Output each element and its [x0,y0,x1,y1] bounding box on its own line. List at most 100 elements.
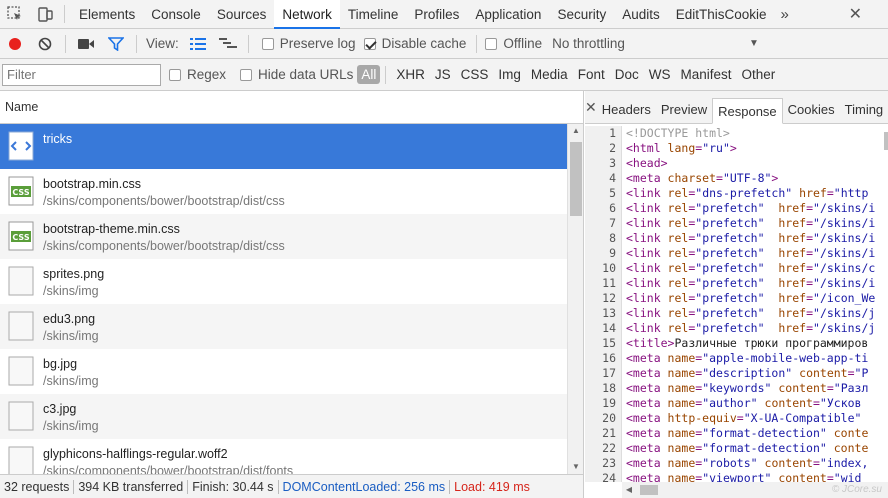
line-number: 14 [585,321,622,336]
tab-preview[interactable]: Preview [656,97,712,123]
source-line: 23 <meta name="robots" content="index, [585,456,885,471]
scrollbar-thumb[interactable] [640,485,658,495]
tab-console[interactable]: Console [143,0,209,29]
tab-elements[interactable]: Elements [71,0,143,29]
image-file-icon [8,311,34,341]
scroll-left-icon[interactable]: ◀ [622,482,636,498]
filter-type-media[interactable]: Media [526,67,573,82]
column-header-name[interactable]: Name [0,91,583,124]
disable-cache-label: Disable cache [381,36,467,51]
line-number: 2 [585,141,622,156]
detail-tab-bar: ✕ Headers Preview Response Cookies Timin… [585,91,888,124]
large-rows-icon[interactable] [183,30,213,58]
filter-type-all[interactable]: All [357,65,381,84]
tab-response[interactable]: Response [712,98,783,124]
source-line: 22 <meta name="format-detection" conte [585,441,885,456]
scrollbar-thumb[interactable] [570,142,582,216]
line-content: <!DOCTYPE html> [626,126,730,140]
offline-checkbox[interactable] [485,37,498,50]
tab-cookies[interactable]: Cookies [783,97,840,123]
response-source-view[interactable]: 1 <!DOCTYPE html> 2 <html lang="ru"> 3 <head>… [585,126,885,482]
overview-waterfall-icon[interactable] [213,30,243,58]
close-detail-icon[interactable]: ✕ [585,91,597,123]
transferred-size: 394 KB transferred [78,479,184,494]
request-name: bg.jpg [43,357,78,371]
tab-profiles[interactable]: Profiles [406,0,467,29]
request-row[interactable]: edu3.png/skins/img [0,304,567,349]
line-number: 4 [585,171,622,186]
request-row[interactable]: CSS bootstrap.min.css/skins/components/b… [0,169,567,214]
offline-label: Offline [503,36,543,51]
tab-sources[interactable]: Sources [209,0,275,29]
line-content: <link rel="prefetch" href="/skins/i [626,231,876,245]
filter-type-js[interactable]: JS [430,67,456,82]
scroll-up-icon[interactable]: ▲ [568,124,583,138]
request-rows: tricks CSS bootstrap.min.css/skins/compo… [0,124,567,474]
capture-screenshots-icon[interactable] [71,30,101,58]
filter-type-xhr[interactable]: XHR [391,67,430,82]
line-number: 23 [585,456,622,471]
filter-type-ws[interactable]: WS [644,67,676,82]
source-line: 19 <meta name="author" content="Усков [585,396,885,411]
tab-headers[interactable]: Headers [597,97,656,123]
regex-checkbox[interactable] [169,68,181,81]
source-line: 8 <link rel="prefetch" href="/skins/i [585,231,885,246]
record-button[interactable] [0,30,30,58]
response-vertical-scrollbar[interactable] [884,126,888,476]
line-number: 12 [585,291,622,306]
request-row[interactable]: bg.jpg/skins/img [0,349,567,394]
line-content: <meta name="description" content="P [626,366,869,380]
scrollbar-thumb[interactable] [884,132,888,150]
more-tabs-button[interactable]: » [775,6,795,23]
throttling-select[interactable]: No throttling [552,36,625,51]
devtools-tab-bar: Elements Console Sources Network Timelin… [0,0,888,29]
filter-type-font[interactable]: Font [573,67,610,82]
request-list-scrollbar[interactable]: ▲ ▼ [567,124,583,474]
tab-security[interactable]: Security [549,0,614,29]
tab-audits[interactable]: Audits [614,0,668,29]
source-line: 12 <link rel="prefetch" href="/icon_We [585,291,885,306]
tab-timeline[interactable]: Timeline [340,0,407,29]
inspect-element-icon[interactable] [0,0,30,29]
filter-type-manifest[interactable]: Manifest [675,67,736,82]
scroll-down-icon[interactable]: ▼ [568,460,583,474]
line-content: <meta name="author" content="Усков [626,396,862,410]
css-file-icon: CSS [8,221,34,251]
chevron-down-icon[interactable]: ▼ [749,38,759,49]
source-line: 4 <meta charset="UTF-8"> [585,171,885,186]
request-row[interactable]: tricks [0,124,567,169]
line-number: 17 [585,366,622,381]
tab-network[interactable]: Network [274,0,340,29]
request-row[interactable]: glyphicons-halflings-regular.woff2/skins… [0,439,567,474]
filter-type-other[interactable]: Other [737,67,781,82]
filter-type-css[interactable]: CSS [456,67,494,82]
filter-input[interactable] [2,63,161,86]
filter-icon[interactable] [101,30,131,58]
preserve-log-checkbox[interactable] [261,37,274,50]
source-line: 14 <link rel="prefetch" href="/skins/j [585,321,885,336]
network-summary-bar: 32 requests 394 KB transferred Finish: 3… [0,474,584,498]
line-content: <html lang="ru"> [626,141,737,155]
close-devtools-icon[interactable]: ✕ [849,0,862,29]
disable-cache-checkbox[interactable] [363,37,376,50]
hide-data-urls-checkbox[interactable] [240,68,253,81]
request-name: bootstrap-theme.min.css [43,222,180,236]
device-toolbar-icon[interactable] [30,0,60,29]
tab-editthiscookie[interactable]: EditThisCookie [668,0,775,29]
line-content: <meta name="keywords" content="Разл [626,381,869,395]
request-name: glyphicons-halflings-regular.woff2 [43,447,228,461]
filter-type-doc[interactable]: Doc [610,67,644,82]
tab-application[interactable]: Application [467,0,549,29]
request-name: bootstrap.min.css [43,177,141,191]
request-row[interactable]: c3.jpg/skins/img [0,394,567,439]
request-row[interactable]: sprites.png/skins/img [0,259,567,304]
source-line: 18 <meta name="keywords" content="Разл [585,381,885,396]
request-path: /skins/img [43,419,99,433]
request-row[interactable]: CSS bootstrap-theme.min.css/skins/compon… [0,214,567,259]
request-path: /skins/components/bower/bootstrap/dist/c… [43,239,285,253]
filter-type-img[interactable]: Img [493,67,526,82]
clear-icon[interactable] [30,30,60,58]
tab-timing[interactable]: Timing [840,97,888,123]
request-detail-pane: ✕ Headers Preview Response Cookies Timin… [585,91,888,498]
source-line: 7 <link rel="prefetch" href="/skins/i [585,216,885,231]
